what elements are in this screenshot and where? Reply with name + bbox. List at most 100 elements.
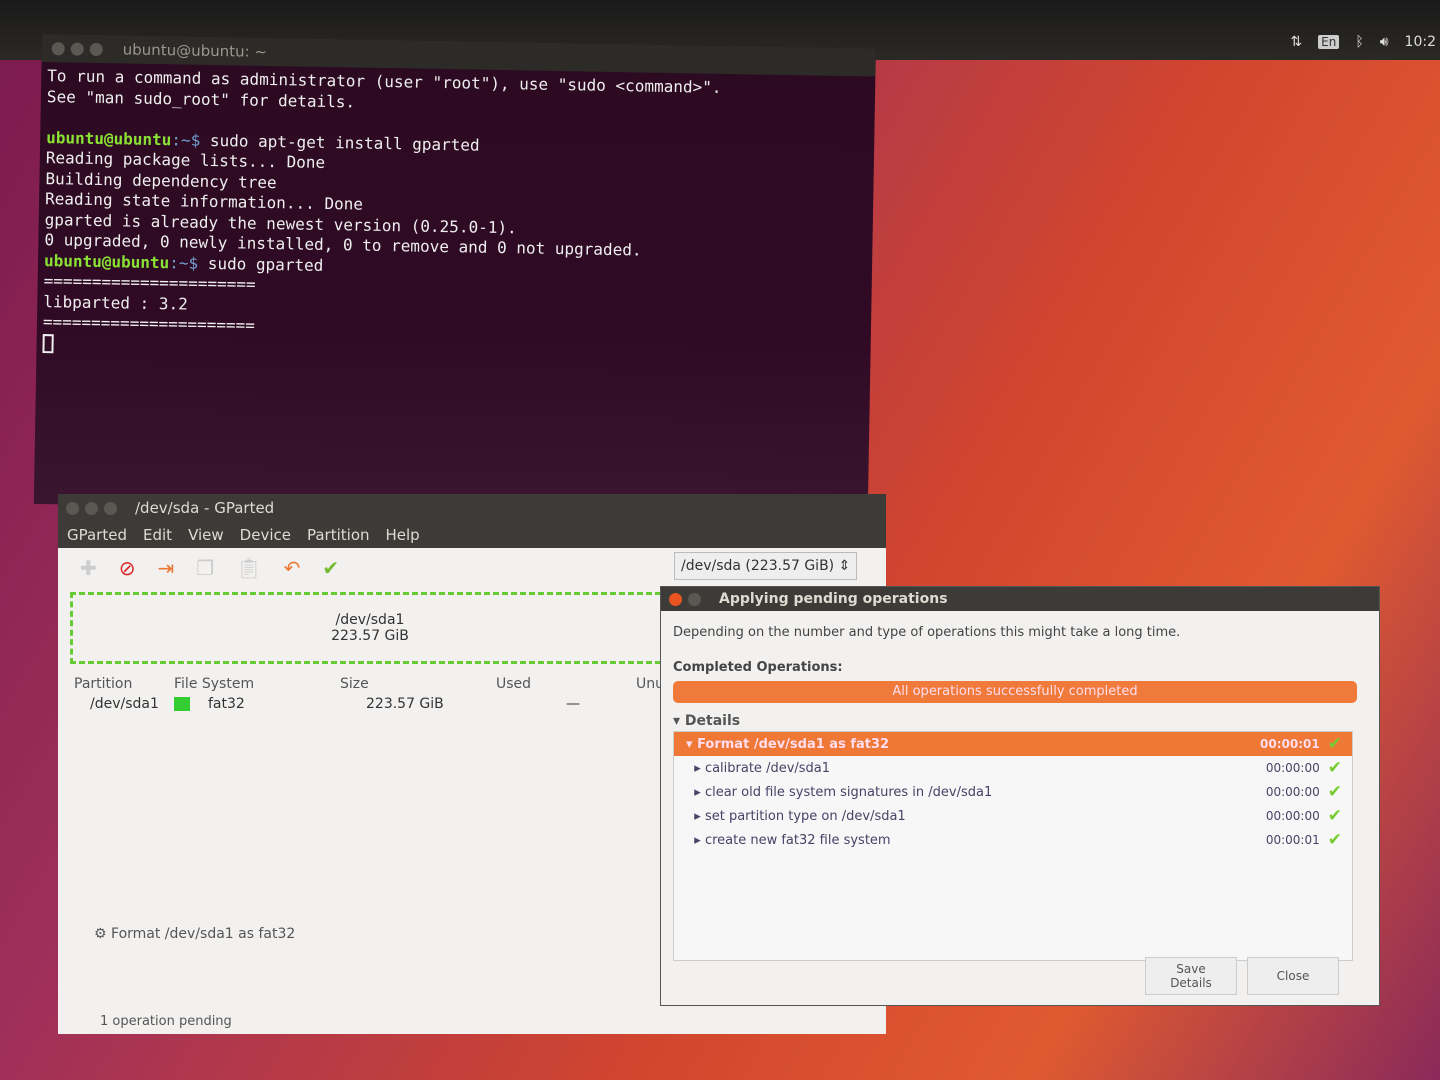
expander-arrow-icon[interactable]: ▸ xyxy=(686,833,705,848)
dialog-titlebar: Applying pending operations xyxy=(661,587,1379,611)
operation-result: 00:00:00 ✔ xyxy=(1266,758,1342,778)
operation-row[interactable]: ▾ Format /dev/sda1 as fat32 00:00:01 ✔ xyxy=(674,732,1352,756)
terminal-window[interactable]: ubuntu@ubuntu: ~ To run a command as adm… xyxy=(33,34,876,519)
operation-row[interactable]: ▸ calibrate /dev/sda1 00:00:00 ✔ xyxy=(674,756,1352,780)
volume-icon[interactable]: 🔊︎ xyxy=(1380,34,1389,50)
window-title: /dev/sda - GParted xyxy=(135,499,275,517)
line-text: Building dependency tree xyxy=(45,168,277,192)
line-text: libparted : 3.2 xyxy=(43,291,188,314)
col-partition[interactable]: Partition xyxy=(74,676,174,692)
apply-operations-dialog: Applying pending operations Depending on… xyxy=(660,586,1380,1006)
copy-icon[interactable]: ❐ xyxy=(196,556,214,580)
operation-result: 00:00:01 ✔ xyxy=(1260,734,1342,754)
undo-icon[interactable]: ↶ xyxy=(284,556,301,580)
apply-icon[interactable]: ✔ xyxy=(322,556,339,580)
terminal-cursor xyxy=(42,333,54,353)
operation-result: 00:00:00 ✔ xyxy=(1266,806,1342,826)
operation-text: ▸ set partition type on /dev/sda1 xyxy=(686,808,906,824)
line-text: ====================== xyxy=(43,271,256,294)
keyboard-indicator[interactable]: En xyxy=(1318,35,1340,49)
check-icon: ✔ xyxy=(1327,806,1342,826)
operations-list[interactable]: ▾ Format /dev/sda1 as fat32 00:00:01 ✔ ▸ c… xyxy=(673,731,1353,961)
operation-text: ▸ create new fat32 file system xyxy=(686,833,890,848)
expander-arrow-icon[interactable]: ▾ xyxy=(686,737,697,752)
partition-map[interactable]: /dev/sda1 223.57 GiB xyxy=(70,592,670,664)
close-button[interactable]: Close xyxy=(1247,957,1339,995)
maximize-icon[interactable] xyxy=(104,501,117,515)
operation-result: 00:00:01 ✔ xyxy=(1266,830,1342,850)
menu-partition[interactable]: Partition xyxy=(307,526,370,544)
terminal-output[interactable]: To run a command as administrator (user … xyxy=(36,62,875,372)
terminal-line: libparted : 3.2 xyxy=(43,292,188,314)
dialog-intro: Depending on the number and type of oper… xyxy=(673,625,1181,640)
maximize-icon[interactable] xyxy=(89,42,103,56)
col-filesystem[interactable]: File System xyxy=(174,676,340,692)
dialog-title: Applying pending operations xyxy=(719,591,948,607)
check-icon: ✔ xyxy=(1327,782,1342,802)
operation-icon: ⚙ xyxy=(94,926,107,942)
expander-arrow-icon[interactable]: ▸ xyxy=(686,809,705,824)
col-used[interactable]: Used xyxy=(496,676,636,692)
check-icon: ✔ xyxy=(1327,830,1342,850)
close-icon[interactable] xyxy=(51,41,65,55)
prompt-user: ubuntu@ubuntu xyxy=(46,127,172,149)
map-partition-name: /dev/sda1 xyxy=(335,612,405,628)
minimize-icon[interactable] xyxy=(85,501,98,515)
operation-time: 00:00:00 xyxy=(1265,809,1320,823)
terminal-line: See "man sudo_root" for details. xyxy=(47,87,356,111)
menu-device[interactable]: Device xyxy=(240,526,291,544)
details-label: Details xyxy=(684,713,741,729)
expander-arrow-icon[interactable]: ▸ xyxy=(686,785,705,800)
operation-label: Format /dev/sda1 as fat32 xyxy=(697,736,890,752)
operation-label: calibrate /dev/sda1 xyxy=(704,760,831,776)
menu-help[interactable]: Help xyxy=(386,526,420,544)
operation-text: ▸ calibrate /dev/sda1 xyxy=(686,761,830,776)
progress-bar: All operations successfully completed xyxy=(673,681,1357,703)
line-text: ====================== xyxy=(42,312,256,335)
close-icon[interactable] xyxy=(669,592,682,606)
minimize-icon[interactable] xyxy=(70,42,84,56)
row-partition: /dev/sda1 xyxy=(90,696,159,712)
operation-text: ▾ Format /dev/sda1 as fat32 xyxy=(686,737,889,752)
close-icon[interactable] xyxy=(66,501,79,515)
network-icon[interactable]: ⇅ xyxy=(1290,34,1302,50)
delete-icon[interactable]: ⊘ xyxy=(119,556,136,580)
device-selector[interactable]: /dev/sda (223.57 GiB) ⇕ xyxy=(674,552,858,580)
col-size[interactable]: Size xyxy=(340,676,496,692)
operation-time: 00:00:00 xyxy=(1265,785,1320,799)
operation-row[interactable]: ▸ clear old file system signatures in /d… xyxy=(674,780,1352,804)
operation-text: ▸ clear old file system signatures in /d… xyxy=(686,785,992,800)
operation-result: 00:00:00 ✔ xyxy=(1266,782,1342,802)
maximize-icon[interactable] xyxy=(688,592,701,606)
save-details-button[interactable]: Save Details xyxy=(1145,957,1237,995)
operation-row[interactable]: ▸ set partition type on /dev/sda1 00:00:0… xyxy=(674,804,1352,828)
prompt-path: :~$ xyxy=(171,129,201,150)
pending-op-label: Format /dev/sda1 as fat32 xyxy=(111,926,296,942)
menubar: GParted Edit View Device Partition Help xyxy=(58,522,886,548)
paste-icon[interactable]: 📋︎ xyxy=(236,556,261,580)
row-size: 223.57 GiB xyxy=(366,696,444,712)
map-partition-size: 223.57 GiB xyxy=(331,628,409,644)
menu-view[interactable]: View xyxy=(188,526,224,544)
status-bar: 1 operation pending xyxy=(100,1014,232,1029)
bluetooth-icon[interactable]: ᛒ xyxy=(1355,34,1363,50)
terminal-line: ====================== xyxy=(43,312,255,335)
line-text: sudo gparted xyxy=(198,253,324,275)
clock[interactable]: 10:2 xyxy=(1405,34,1436,50)
menu-edit[interactable]: Edit xyxy=(143,526,172,544)
expander-arrow-icon[interactable]: ▸ xyxy=(686,761,705,776)
details-expander[interactable]: ▾ Details xyxy=(661,703,1379,731)
device-label: /dev/sda (223.57 GiB) xyxy=(681,558,835,574)
terminal-line: ====================== xyxy=(44,271,256,294)
row-used: — xyxy=(566,696,580,712)
resize-icon[interactable]: ⇥ xyxy=(158,556,175,580)
operation-time: 00:00:01 xyxy=(1265,833,1320,847)
operation-label: set partition type on /dev/sda1 xyxy=(704,808,906,824)
operation-time: 00:00:01 xyxy=(1260,737,1320,751)
operation-row[interactable]: ▸ create new fat32 file system 00:00:01 ✔ xyxy=(674,828,1352,852)
check-icon: ✔ xyxy=(1327,734,1342,754)
pending-operation[interactable]: ⚙ Format /dev/sda1 as fat32 xyxy=(94,926,295,942)
new-icon[interactable]: ✚ xyxy=(80,556,97,580)
menu-gparted[interactable]: GParted xyxy=(67,526,127,544)
row-fs: fat32 xyxy=(208,696,245,712)
